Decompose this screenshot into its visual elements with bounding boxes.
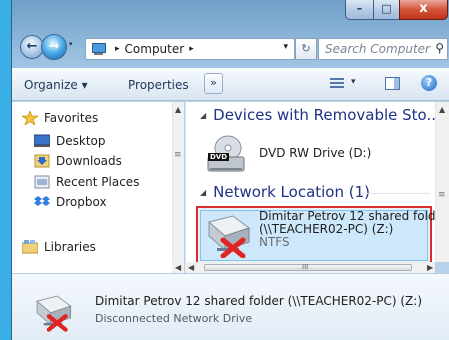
properties-button[interactable]: Properties <box>128 78 189 92</box>
collapse-triangle-icon[interactable]: ◢ <box>200 111 206 120</box>
maximize-button[interactable]: □ <box>373 0 400 20</box>
group-divider <box>362 193 430 194</box>
disconnected-network-drive-icon <box>203 212 253 259</box>
sidebar-item-libraries[interactable]: Libraries <box>21 240 96 254</box>
network-drive-label[interactable]: Dimitar Petrov 12 shared folder (\\TEACH… <box>259 210 448 249</box>
sidebar-item-downloads[interactable]: Downloads <box>34 154 122 168</box>
sidebar-item-label: Desktop <box>56 134 106 148</box>
sidebar-item-label: Libraries <box>44 240 96 254</box>
scroll-right-arrow-icon[interactable]: ▶ <box>427 263 433 272</box>
dvd-drive-icon: DVD <box>204 135 248 175</box>
organize-menu[interactable]: Organize ▾ <box>24 78 88 92</box>
refresh-button[interactable]: ↻ <box>295 38 317 60</box>
details-title: Dimitar Petrov 12 shared folder (\\TEACH… <box>95 294 422 308</box>
sidebar-item-recent-places[interactable]: Recent Places <box>34 175 139 189</box>
scroll-left-arrow-icon[interactable]: ◀ <box>188 263 194 272</box>
recent-pages-dropdown[interactable]: ▾ <box>69 40 79 50</box>
close-button[interactable]: x <box>399 0 448 20</box>
group-title: Network Location (1) <box>213 183 371 201</box>
scrollbar-grip[interactable]: ≡ <box>438 190 446 200</box>
computer-icon <box>90 43 106 55</box>
details-subtitle: Disconnected Network Drive <box>95 312 253 325</box>
breadcrumb-separator-icon[interactable]: ▸ <box>189 44 194 54</box>
dropbox-icon <box>34 195 50 209</box>
collapse-triangle-icon[interactable]: ◢ <box>200 188 206 197</box>
address-dropdown-icon[interactable]: ▾ <box>283 42 288 52</box>
forward-button[interactable]: → <box>41 34 67 60</box>
forward-arrow-icon: → <box>48 39 60 54</box>
view-options-dropdown[interactable]: ▾ <box>351 77 356 87</box>
breadcrumb-computer[interactable]: Computer <box>125 42 185 56</box>
close-icon: x <box>419 1 428 16</box>
search-placeholder: Search Computer <box>325 42 430 56</box>
address-bar[interactable]: ▸ Computer ▸ ▾ <box>85 38 295 60</box>
sidebar-item-label: Favorites <box>44 111 99 125</box>
preview-pane-icon[interactable] <box>385 77 400 90</box>
dvd-badge: DVD <box>208 153 230 161</box>
dvd-drive-label[interactable]: DVD RW Drive (D:) <box>259 146 371 160</box>
scroll-left-arrow-icon[interactable]: ◀ <box>175 263 181 272</box>
minimize-icon: – <box>356 2 363 15</box>
group-header-removable-storage[interactable]: ◢ Devices with Removable Sto... (1) <box>200 106 449 124</box>
scroll-up-arrow-icon[interactable]: ▲ <box>175 105 181 114</box>
scroll-up-arrow-icon[interactable]: ▲ <box>439 105 445 114</box>
sidebar-item-label: Recent Places <box>56 175 140 189</box>
sidebar-item-label: Dropbox <box>56 195 107 209</box>
hscroll-grip: III <box>302 263 309 271</box>
downloads-icon <box>34 154 50 168</box>
sidebar-item-favorites[interactable]: Favorites <box>20 109 99 127</box>
disconnected-network-drive-icon <box>32 292 74 332</box>
refresh-icon: ↻ <box>301 42 311 55</box>
search-input[interactable]: Search Computer ⚲ <box>318 38 448 60</box>
change-view-icon[interactable] <box>330 78 344 90</box>
desktop-icon <box>33 134 51 148</box>
group-title: Devices with Removable Sto... (1) <box>213 106 449 124</box>
sidebar-item-dropbox[interactable]: Dropbox <box>34 195 107 209</box>
help-icon[interactable]: ? <box>421 75 437 91</box>
breadcrumb-separator-icon: ▸ <box>115 44 120 54</box>
maximize-icon: □ <box>381 2 392 15</box>
back-arrow-icon: ← <box>26 39 38 54</box>
recent-places-icon <box>34 175 50 189</box>
search-icon[interactable]: ⚲ <box>435 41 444 55</box>
scrollbar-grip[interactable]: ≡ <box>174 150 182 160</box>
network-drive-filesystem: NTFS <box>259 235 290 249</box>
minimize-button[interactable]: – <box>345 0 374 20</box>
sidebar-item-label: Downloads <box>56 154 122 168</box>
libraries-icon <box>21 240 39 254</box>
sidebar-item-desktop[interactable]: Desktop <box>33 134 106 148</box>
more-commands-button[interactable]: » <box>204 73 223 94</box>
navigation-pane-scrollbar[interactable] <box>172 102 184 262</box>
star-icon <box>20 109 40 127</box>
group-header-network-location[interactable]: ◢ Network Location (1) <box>200 183 370 201</box>
content-pane-scrollbar[interactable] <box>435 102 449 262</box>
